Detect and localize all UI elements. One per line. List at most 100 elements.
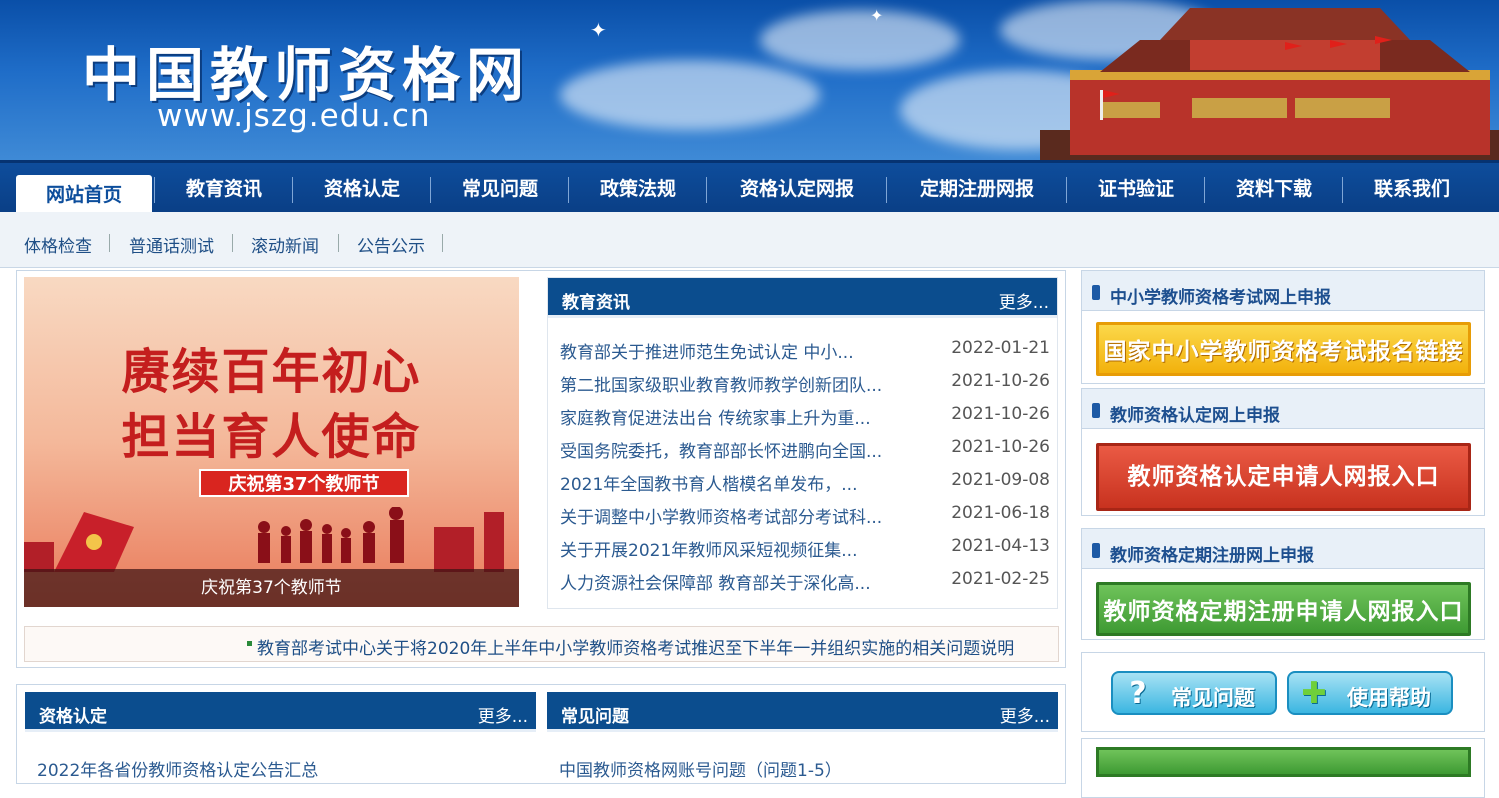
nav-item-downloads[interactable]: 资料下载	[1208, 163, 1340, 215]
faq-shortcut-button[interactable]: ? 常见问题	[1111, 671, 1277, 715]
banner-headline-2: 担当育人使命	[121, 409, 422, 465]
faq-box-title: 常见问题	[561, 707, 629, 727]
news-item-date: 2021-10-26	[951, 371, 1050, 391]
news-item-title[interactable]: 人力资源社会保障部 教育部关于深化高...	[560, 569, 871, 594]
registration-online-section: 教师资格定期注册网上申报 教师资格定期注册申请人网报入口	[1081, 528, 1485, 640]
news-item[interactable]: 受国务院委托，教育部部长怀进鹏向全国... 2021-10-26	[560, 437, 1050, 467]
news-box-title: 教育资讯	[562, 293, 630, 313]
news-item-date: 2021-02-25	[951, 569, 1050, 589]
ticker-link[interactable]: 教育部考试中心关于将2020年上半年中小学教师资格考试推迟至下半年一并组织实施的…	[257, 634, 1014, 659]
next-section-button[interactable]	[1096, 747, 1471, 777]
news-item[interactable]: 第二批国家级职业教育教师教学创新团队... 2021-10-26	[560, 371, 1050, 401]
nav-divider	[568, 177, 569, 203]
news-item-title[interactable]: 第二批国家级职业教育教师教学创新团队...	[560, 371, 882, 396]
faq-more-link[interactable]: 更多...	[1000, 702, 1050, 727]
news-item[interactable]: 关于调整中小学教师资格考试部分考试科... 2021-06-18	[560, 503, 1050, 533]
nav-divider	[430, 177, 431, 203]
news-item[interactable]: 教育部关于推进师范生免试认定 中小... 2022-01-21	[560, 338, 1050, 368]
news-item-date: 2021-09-08	[951, 470, 1050, 490]
exam-signup-section: 中小学教师资格考试网上申报 国家中小学教师资格考试报名链接	[1081, 270, 1485, 384]
subnav-item-mandarin-test[interactable]: 普通话测试	[129, 232, 214, 257]
news-item-date: 2021-06-18	[951, 503, 1050, 523]
registration-online-title: 教师资格定期注册网上申报	[1110, 546, 1314, 566]
qualification-item[interactable]: 2022年各省份教师资格认定公告汇总	[37, 756, 318, 781]
news-more-link[interactable]: 更多...	[999, 288, 1049, 313]
subnav-item-rolling-news[interactable]: 滚动新闻	[251, 232, 319, 257]
tiananmen-gate-image	[1040, 8, 1499, 160]
section-marker-icon	[1092, 543, 1100, 558]
subnav-item-announcements[interactable]: 公告公示	[357, 232, 425, 257]
cloud-decoration	[560, 60, 820, 130]
registration-online-button[interactable]: 教师资格定期注册申请人网报入口	[1096, 582, 1471, 636]
exam-signup-header: 中小学教师资格考试网上申报	[1082, 271, 1484, 311]
nav-item-qualification[interactable]: 资格认定	[296, 163, 428, 215]
help-shortcut-button[interactable]: ✚ 使用帮助	[1287, 671, 1453, 715]
cloud-decoration	[760, 10, 960, 70]
news-item[interactable]: 2021年全国教书育人楷模名单发布，... 2021-09-08	[560, 470, 1050, 500]
news-item-title[interactable]: 关于调整中小学教师资格考试部分考试科...	[560, 503, 882, 528]
education-news-box: 教育资讯 更多... 教育部关于推进师范生免试认定 中小... 2022-01-…	[547, 277, 1058, 609]
subnav-divider	[442, 234, 443, 252]
qualification-online-button[interactable]: 教师资格认定申请人网报入口	[1096, 443, 1471, 511]
exam-signup-button[interactable]: 国家中小学教师资格考试报名链接	[1096, 322, 1471, 376]
qualification-online-header: 教师资格认定网上申报	[1082, 389, 1484, 429]
star-icon: ✦	[870, 6, 884, 25]
sub-nav: 体格检查 普通话测试 滚动新闻 公告公示	[0, 212, 1499, 268]
faq-box: 常见问题 更多... 中国教师资格网账号问题（问题1-5）	[547, 692, 1058, 781]
faq-item[interactable]: 中国教师资格网账号问题（问题1-5）	[559, 756, 842, 781]
nav-item-home[interactable]: 网站首页	[16, 175, 152, 215]
news-item-date: 2021-10-26	[951, 437, 1050, 457]
subnav-divider	[338, 234, 339, 252]
section-marker-icon	[1092, 285, 1100, 300]
nav-divider	[154, 177, 155, 203]
banner-caption: 庆祝第37个教师节	[24, 569, 519, 607]
nav-item-news[interactable]: 教育资讯	[158, 163, 290, 215]
qualification-box-header: 资格认定 更多...	[25, 692, 536, 732]
teachers-day-banner[interactable]: 赓续百年初心 担当育人使命 庆祝第37个教师节 庆祝第37个教师节	[24, 277, 519, 607]
nav-divider	[1204, 177, 1205, 203]
subnav-item-health-check[interactable]: 体格检查	[24, 232, 92, 257]
nav-item-faq[interactable]: 常见问题	[434, 163, 566, 215]
site-header: ✦ ✦ 中国教师资格网 www.jszg.edu.cn	[0, 0, 1499, 160]
qualification-online-section: 教师资格认定网上申报 教师资格认定申请人网报入口	[1081, 388, 1485, 516]
question-mark-icon: ?	[1129, 676, 1147, 711]
nav-item-policy[interactable]: 政策法规	[572, 163, 704, 215]
nav-divider	[706, 177, 707, 203]
help-shortcut-label: 使用帮助	[1347, 686, 1431, 710]
scrolling-news-ticker: 教育部考试中心关于将2020年上半年中小学教师资格考试推迟至下半年一并组织实施的…	[24, 626, 1059, 662]
news-item-date: 2022-01-21	[951, 338, 1050, 358]
nav-item-certificate-verify[interactable]: 证书验证	[1070, 163, 1202, 215]
qualification-online-title: 教师资格认定网上申报	[1110, 406, 1280, 426]
news-item[interactable]: 家庭教育促进法出台 传统家事上升为重... 2021-10-26	[560, 404, 1050, 434]
nav-divider	[886, 177, 887, 203]
next-section	[1081, 738, 1485, 798]
news-item[interactable]: 关于开展2021年教师风采短视频征集... 2021-04-13	[560, 536, 1050, 566]
nav-item-registration-online[interactable]: 定期注册网报	[890, 163, 1064, 215]
qualification-box: 资格认定 更多... 2022年各省份教师资格认定公告汇总	[25, 692, 536, 781]
faq-box-header: 常见问题 更多...	[547, 692, 1058, 732]
news-item-title[interactable]: 教育部关于推进师范生免试认定 中小...	[560, 338, 854, 363]
nav-item-contact[interactable]: 联系我们	[1346, 163, 1478, 215]
news-item[interactable]: 人力资源社会保障部 教育部关于深化高... 2021-02-25	[560, 569, 1050, 599]
crowd-silhouette-image	[24, 507, 504, 572]
news-item-title[interactable]: 关于开展2021年教师风采短视频征集...	[560, 536, 857, 561]
news-item-date: 2021-04-13	[951, 536, 1050, 556]
nav-divider	[292, 177, 293, 203]
banner-tag: 庆祝第37个教师节	[199, 469, 409, 497]
news-item-date: 2021-10-26	[951, 404, 1050, 424]
news-box-header: 教育资讯 更多...	[548, 278, 1057, 318]
star-icon: ✦	[590, 18, 607, 42]
news-item-title[interactable]: 家庭教育促进法出台 传统家事上升为重...	[560, 404, 871, 429]
site-url: www.jszg.edu.cn	[157, 98, 431, 134]
exam-signup-title: 中小学教师资格考试网上申报	[1110, 288, 1331, 308]
nav-divider	[1066, 177, 1067, 203]
section-marker-icon	[1092, 403, 1100, 418]
bullet-icon	[247, 641, 252, 646]
registration-online-header: 教师资格定期注册网上申报	[1082, 529, 1484, 569]
banner-headline-1: 赓续百年初心	[121, 344, 422, 400]
nav-item-qualification-online[interactable]: 资格认定网报	[710, 163, 884, 215]
qualification-more-link[interactable]: 更多...	[478, 702, 528, 727]
news-item-title[interactable]: 受国务院委托，教育部部长怀进鹏向全国...	[560, 437, 882, 462]
nav-divider	[1342, 177, 1343, 203]
news-item-title[interactable]: 2021年全国教书育人楷模名单发布，...	[560, 470, 857, 495]
